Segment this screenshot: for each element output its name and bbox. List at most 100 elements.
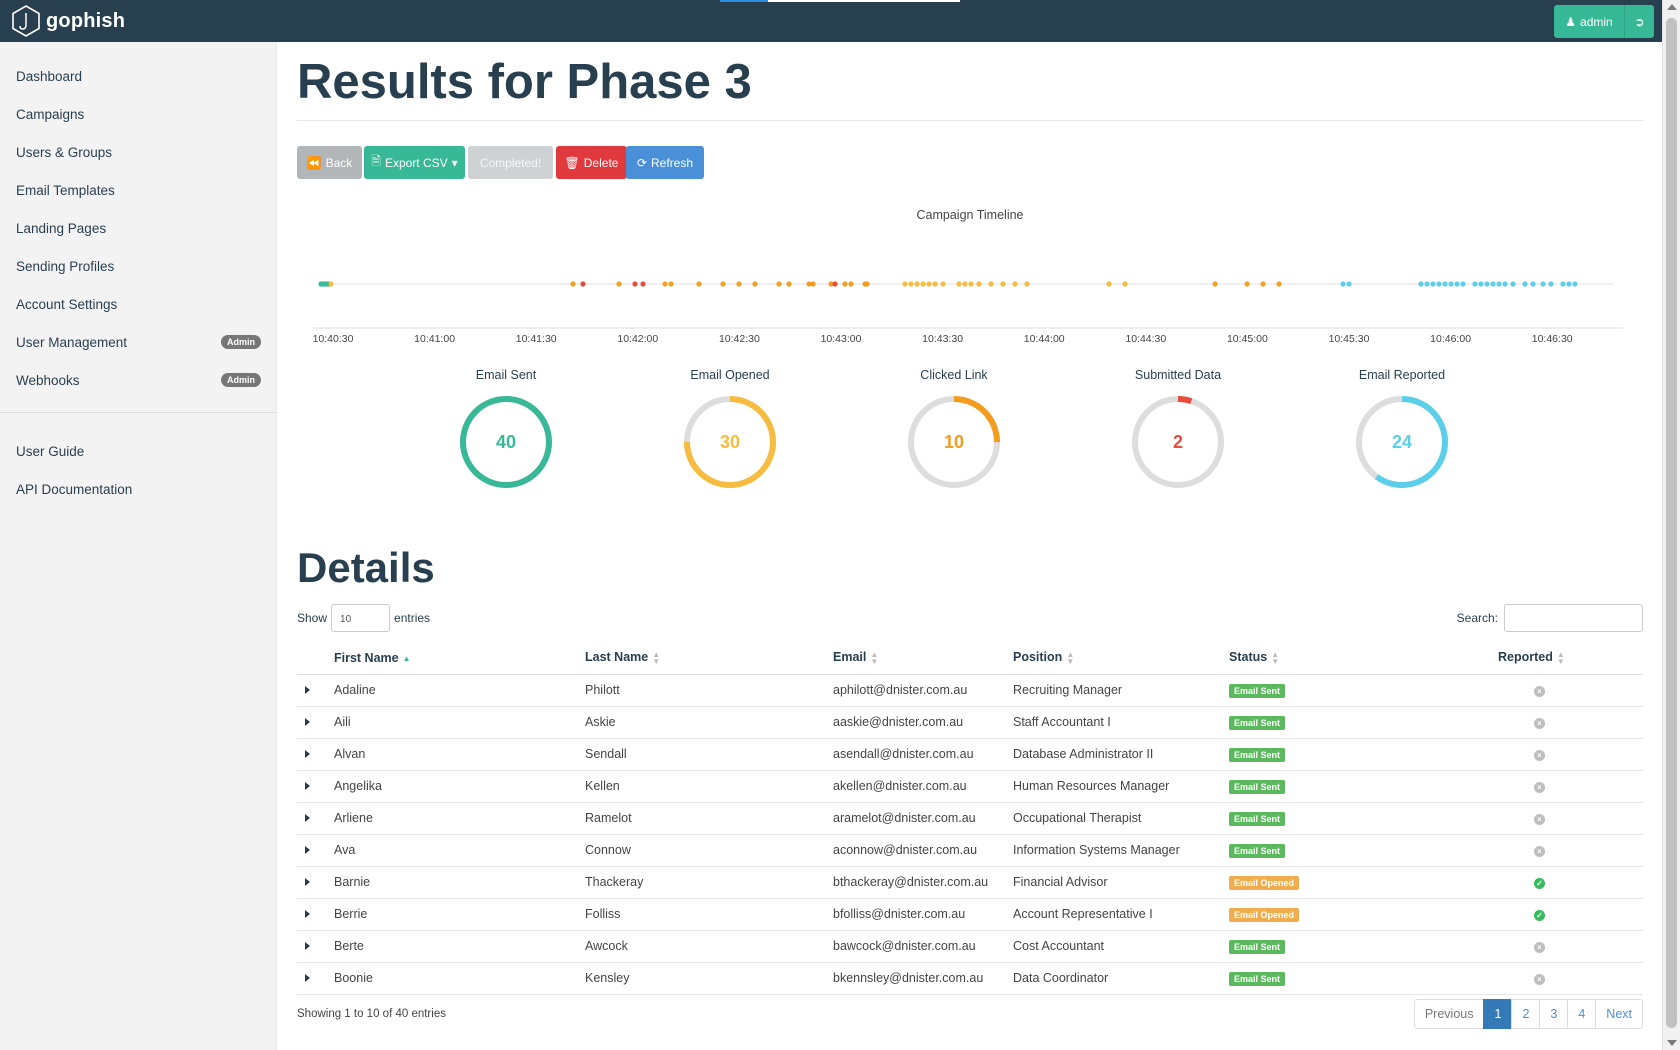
table-row[interactable]: Angelika Kellen akellen@dnister.com.au Huma… [297,770,1643,803]
sidebar-item-api-documentation[interactable]: API Documentation [16,478,261,500]
timeline-event-dot[interactable] [1424,281,1430,287]
timeline-event-dot[interactable] [1490,281,1496,287]
column-header-email[interactable]: Email ▲ ▼ [833,642,1013,675]
column-header-first-name[interactable]: First Name ▲ [334,642,585,675]
timeline-event-dot[interactable] [616,281,622,287]
expand-row-toggle[interactable] [297,674,334,707]
timeline-event-dot[interactable] [914,281,920,287]
timeline-event-dot[interactable] [1572,281,1578,287]
timeline-event-dot[interactable] [632,281,638,287]
timeline-event-dot[interactable] [1000,281,1006,287]
timeline-event-dot[interactable] [1560,281,1566,287]
scroll-down-arrow-icon[interactable] [1667,1040,1677,1046]
expand-row-toggle[interactable] [297,706,334,739]
column-header-status[interactable]: Status ▲ ▼ [1229,642,1412,675]
table-row[interactable]: Barnie Thackeray bthackeray@dnister.com.au… [297,866,1643,899]
timeline-event-dot[interactable] [1260,281,1266,287]
back-button[interactable]: ⏪ Back [297,146,362,179]
timeline-event-dot[interactable] [668,281,674,287]
table-row[interactable]: Alvan Sendall asendall@dnister.com.au Datab… [297,738,1643,771]
timeline-event-dot[interactable] [1484,281,1490,287]
timeline-event-dot[interactable] [1106,281,1112,287]
sidebar-item-campaigns[interactable]: Campaigns [16,103,261,125]
timeline-event-dot[interactable] [940,281,946,287]
pagination-previous[interactable]: Previous [1413,999,1485,1029]
timeline-event-dot[interactable] [1478,281,1484,287]
vertical-scrollbar[interactable] [1662,0,1680,1050]
timeline-event-dot[interactable] [1012,281,1018,287]
timeline-event-dot[interactable] [1346,281,1352,287]
sidebar-item-sending-profiles[interactable]: Sending Profiles [16,255,261,277]
sidebar-item-user-management[interactable]: User Management Admin [16,331,261,353]
sidebar-item-landing-pages[interactable]: Landing Pages [16,217,261,239]
timeline-event-dot[interactable] [786,281,792,287]
table-row[interactable]: Ava Connow aconnow@dnister.com.au Informati… [297,834,1643,867]
sidebar-item-user-guide[interactable]: User Guide [16,440,261,462]
timeline-event-dot[interactable] [1548,281,1554,287]
expand-row-toggle[interactable] [297,866,334,899]
timeline-event-dot[interactable] [1418,281,1424,287]
entries-select[interactable]: 10 [331,604,391,632]
pagination-page-4[interactable]: 4 [1567,999,1597,1029]
timeline-event-dot[interactable] [1276,281,1282,287]
column-header-last-name[interactable]: Last Name ▲ ▼ [585,642,833,675]
pagination-page-3[interactable]: 3 [1539,999,1569,1029]
timeline-event-dot[interactable] [920,281,926,287]
scroll-up-arrow-icon[interactable] [1667,4,1677,10]
timeline-event-dot[interactable] [1502,281,1508,287]
expand-row-toggle[interactable] [297,930,334,963]
timeline-event-dot[interactable] [848,281,854,287]
export-csv-button[interactable]: 🗎 Export CSV ▾ [364,146,465,179]
timeline-event-dot[interactable] [570,281,576,287]
timeline-event-dot[interactable] [696,281,702,287]
column-header-reported[interactable]: Reported ▲ ▼ [1412,642,1643,675]
pagination-next[interactable]: Next [1595,999,1643,1029]
table-row[interactable]: Berrie Folliss bfolliss@dnister.com.au Acco… [297,898,1643,931]
timeline-event-dot[interactable] [962,281,968,287]
timeline-event-dot[interactable] [976,281,982,287]
timeline-event-dot[interactable] [832,281,838,287]
timeline-event-dot[interactable] [1540,281,1546,287]
timeline-event-dot[interactable] [1436,281,1442,287]
expand-row-toggle[interactable] [297,738,334,771]
timeline-event-dot[interactable] [1442,281,1448,287]
timeline-event-dot[interactable] [1448,281,1454,287]
column-header-position[interactable]: Position ▲ ▼ [1013,642,1229,675]
expand-row-toggle[interactable] [297,834,334,867]
timeline-event-dot[interactable] [1460,281,1466,287]
timeline-event-dot[interactable] [640,281,646,287]
timeline-event-dot[interactable] [956,281,962,287]
table-row[interactable]: Arliene Ramelot aramelot@dnister.com.au Occ… [297,802,1643,835]
pagination-page-1[interactable]: 1 [1483,999,1513,1029]
timeline-event-dot[interactable] [1430,281,1436,287]
expand-row-toggle[interactable] [297,770,334,803]
timeline-event-dot[interactable] [968,281,974,287]
timeline-event-dot[interactable] [988,281,994,287]
user-dropdown-button[interactable]: ♟ admin [1554,5,1624,38]
timeline-event-dot[interactable] [902,281,908,287]
logout-button[interactable]: ➲ [1624,5,1654,38]
timeline-event-dot[interactable] [328,281,334,287]
timeline-event-dot[interactable] [1510,281,1516,287]
timeline-event-dot[interactable] [810,281,816,287]
table-row[interactable]: Adaline Philott aphilott@dnister.com.au Rec… [297,674,1643,707]
timeline-event-dot[interactable] [1566,281,1572,287]
brand[interactable]: gophish [10,4,125,38]
timeline-event-dot[interactable] [752,281,758,287]
timeline-event-dot[interactable] [580,281,586,287]
search-input[interactable] [1504,604,1643,632]
timeline-event-dot[interactable] [1024,281,1030,287]
timeline-event-dot[interactable] [720,281,726,287]
timeline-event-dot[interactable] [662,281,668,287]
delete-button[interactable]: 🗑 Delete [556,146,627,179]
completed-button[interactable]: Completed! [468,146,553,179]
timeline-event-dot[interactable] [842,281,848,287]
sidebar-item-email-templates[interactable]: Email Templates [16,179,261,201]
timeline-event-dot[interactable] [1522,281,1528,287]
refresh-button[interactable]: ⟳ Refresh [626,146,704,179]
timeline-event-dot[interactable] [1530,281,1536,287]
expand-row-toggle[interactable] [297,802,334,835]
timeline-event-dot[interactable] [1472,281,1478,287]
timeline-event-dot[interactable] [932,281,938,287]
expand-row-toggle[interactable] [297,962,334,995]
